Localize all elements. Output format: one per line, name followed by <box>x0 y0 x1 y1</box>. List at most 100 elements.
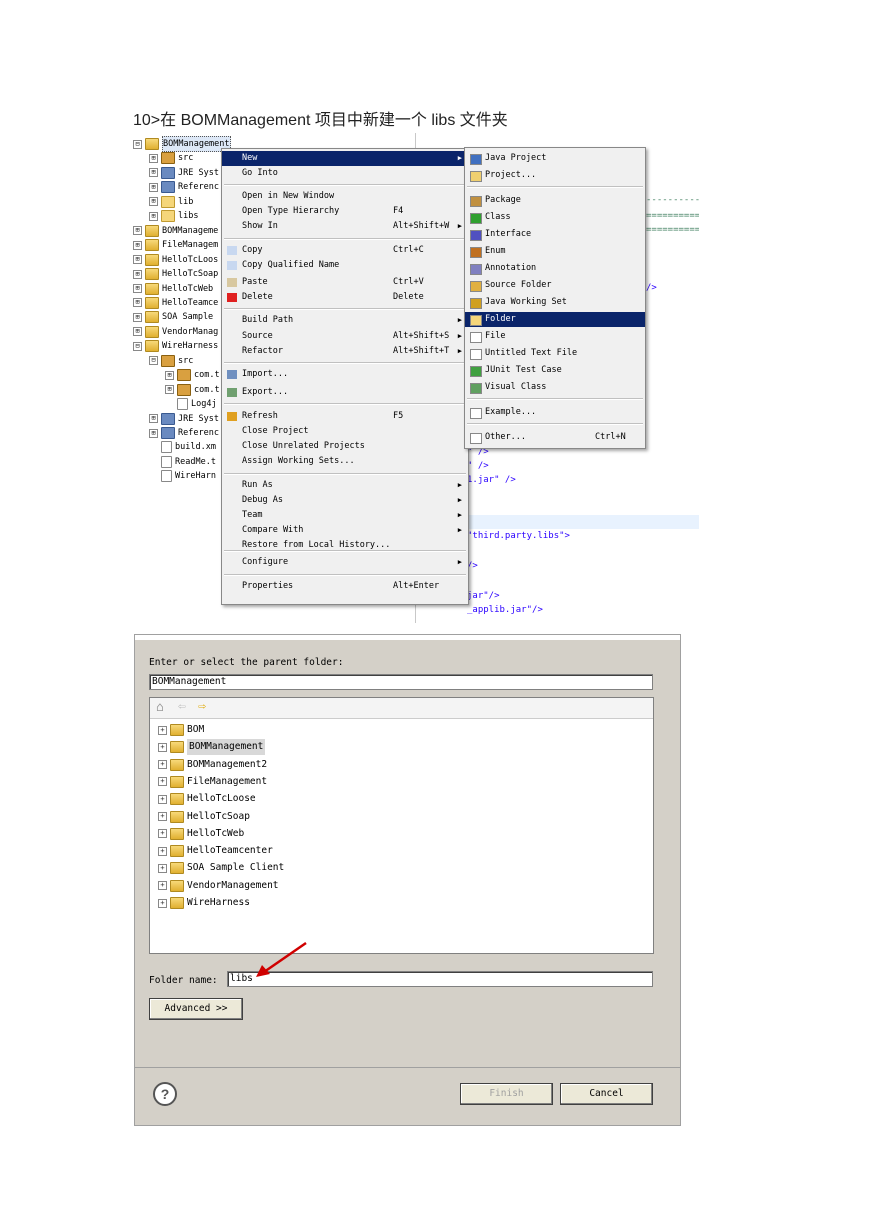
explorer-tree-item[interactable]: ⊞ com.t <box>165 368 220 382</box>
new-submenu-item[interactable]: JUnit Test Case <box>465 363 645 378</box>
expand-toggle-icon[interactable]: + <box>158 846 167 856</box>
explorer-tree-item[interactable]: ⊞ HelloTeamce <box>133 296 218 310</box>
parent-folder-input[interactable]: BOMManagement <box>149 674 653 690</box>
project-tree-item[interactable]: + WireHarness <box>158 895 250 911</box>
explorer-tree-item[interactable]: ⊞ SOA Sample <box>133 310 213 324</box>
expand-toggle-icon[interactable]: ⊞ <box>133 240 142 250</box>
explorer-tree-item[interactable]: ⊟ WireHarness <box>133 339 218 353</box>
explorer-tree-item[interactable]: ⊞ FileManagem <box>133 238 218 252</box>
explorer-tree-item[interactable]: ReadMe.t <box>149 455 216 469</box>
explorer-tree-item[interactable]: ⊞ lib <box>149 195 193 209</box>
project-tree-item[interactable]: + HelloTcSoap <box>158 809 250 825</box>
explorer-tree-item[interactable]: ⊞ HelloTcSoap <box>133 267 218 281</box>
expand-toggle-icon[interactable]: ⊞ <box>133 226 142 236</box>
context-menu-item[interactable]: Team ▶ <box>222 508 468 523</box>
expand-toggle-icon[interactable]: + <box>158 898 167 908</box>
context-menu-item[interactable]: Open in New Window <box>222 189 468 204</box>
explorer-tree-item[interactable]: ⊟ src <box>149 354 193 368</box>
project-tree-item[interactable]: + SOA Sample Client <box>158 860 284 876</box>
explorer-tree-item[interactable]: ⊟ BOMManagement <box>133 136 231 152</box>
new-submenu-item[interactable]: Other... Ctrl+N <box>465 430 645 445</box>
expand-toggle-icon[interactable]: + <box>158 760 167 770</box>
new-submenu-item[interactable]: Folder <box>465 312 645 327</box>
explorer-tree-item[interactable]: ⊞ com.t <box>165 383 220 397</box>
context-menu-item[interactable]: Compare With ▶ <box>222 523 468 538</box>
context-menu-item[interactable]: Open Type Hierarchy F4 <box>222 204 468 219</box>
back-arrow-icon[interactable]: ⇦ <box>178 699 186 714</box>
context-menu-item[interactable]: Show In Alt+Shift+W ▶ <box>222 219 468 234</box>
expand-toggle-icon[interactable]: ⊞ <box>149 168 158 178</box>
project-tree-item[interactable]: + BOMManagement2 <box>158 757 267 773</box>
expand-toggle-icon[interactable]: + <box>158 863 167 873</box>
new-submenu-item[interactable]: Interface <box>465 227 645 242</box>
expand-toggle-icon[interactable]: ⊞ <box>133 255 142 265</box>
explorer-tree-item[interactable]: ⊞ VendorManag <box>133 325 218 339</box>
explorer-tree-item[interactable]: ⊞ JRE Syst <box>149 412 219 426</box>
parent-folder-tree[interactable]: ⌂ ⇦ ⇨ + BOM + BOMManagement + BOMManagement2 +… <box>149 697 654 954</box>
advanced-button[interactable]: Advanced >> <box>149 998 243 1020</box>
project-tree-item[interactable]: + FileManagement <box>158 774 267 790</box>
new-submenu-item[interactable]: Java Project <box>465 151 645 166</box>
context-menu-item[interactable]: Build Path ▶ <box>222 313 468 328</box>
explorer-tree-item[interactable]: WireHarn <box>149 469 216 483</box>
project-tree-item[interactable]: + BOMManagement <box>158 739 266 756</box>
explorer-tree-item[interactable]: ⊞ JRE Syst <box>149 166 219 180</box>
new-submenu-item[interactable]: Project... <box>465 168 645 183</box>
expand-toggle-icon[interactable]: + <box>158 725 167 735</box>
explorer-tree-item[interactable]: Log4j <box>165 397 217 411</box>
project-tree-item[interactable]: + VendorManagement <box>158 878 279 894</box>
new-submenu-item[interactable]: Class <box>465 210 645 225</box>
context-menu-item[interactable]: New ▶ <box>222 151 468 166</box>
new-submenu-item[interactable]: Visual Class <box>465 380 645 395</box>
project-tree-item[interactable]: + HelloTeamcenter <box>158 843 273 859</box>
explorer-tree-item[interactable]: build.xm <box>149 440 216 454</box>
context-menu-item[interactable]: Export... <box>222 385 468 400</box>
expand-toggle-icon[interactable]: ⊞ <box>149 428 158 438</box>
context-menu-item[interactable]: Configure ▶ <box>222 555 468 570</box>
expand-toggle-icon[interactable]: ⊞ <box>149 414 158 424</box>
context-menu-item[interactable]: Assign Working Sets... <box>222 454 468 469</box>
context-menu-item[interactable]: Refactor Alt+Shift+T ▶ <box>222 344 468 359</box>
expand-toggle-icon[interactable]: ⊞ <box>133 298 142 308</box>
expand-toggle-icon[interactable]: + <box>158 881 167 891</box>
explorer-tree-item[interactable]: ⊞ Referenc <box>149 180 219 194</box>
explorer-tree-item[interactable]: ⊞ Referenc <box>149 426 219 440</box>
context-menu-item[interactable]: Import... <box>222 367 468 382</box>
explorer-tree-item[interactable]: ⊞ HelloTcWeb <box>133 282 213 296</box>
expand-toggle-icon[interactable]: ⊞ <box>149 182 158 192</box>
expand-toggle-icon[interactable]: ⊞ <box>133 327 142 337</box>
context-menu-item[interactable]: Close Project <box>222 424 468 439</box>
context-menu-item[interactable]: Properties Alt+Enter <box>222 579 468 594</box>
expand-toggle-icon[interactable]: + <box>158 794 167 804</box>
expand-toggle-icon[interactable]: + <box>158 742 167 752</box>
expand-toggle-icon[interactable]: ⊞ <box>133 269 142 279</box>
expand-toggle-icon[interactable]: ⊟ <box>149 356 158 366</box>
home-icon[interactable]: ⌂ <box>156 700 164 715</box>
expand-toggle-icon[interactable]: + <box>158 812 167 821</box>
expand-toggle-icon[interactable]: ⊟ <box>133 139 142 149</box>
project-tree-item[interactable]: + HelloTcLoose <box>158 791 256 807</box>
cancel-button[interactable]: Cancel <box>560 1083 653 1105</box>
context-menu-item[interactable]: Debug As ▶ <box>222 493 468 508</box>
expand-toggle-icon[interactable]: ⊞ <box>133 284 142 293</box>
new-submenu-item[interactable]: Enum <box>465 244 645 259</box>
context-menu-item[interactable]: Restore from Local History... <box>222 538 468 553</box>
project-tree-item[interactable]: + BOM <box>158 722 204 738</box>
new-submenu-item[interactable]: Untitled Text File <box>465 346 645 361</box>
project-tree-item[interactable]: + HelloTcWeb <box>158 826 244 842</box>
context-menu-item[interactable]: Copy Qualified Name <box>222 258 468 273</box>
explorer-tree-item[interactable]: ⊞ HelloTcLoos <box>133 253 218 267</box>
expand-toggle-icon[interactable]: ⊟ <box>133 341 142 351</box>
expand-toggle-icon[interactable]: + <box>158 829 167 839</box>
expand-toggle-icon[interactable]: ⊞ <box>165 385 174 395</box>
context-menu-item[interactable]: Run As ▶ <box>222 478 468 493</box>
new-submenu-item[interactable]: Source Folder <box>465 278 645 293</box>
expand-toggle-icon[interactable]: + <box>158 777 167 787</box>
expand-toggle-icon[interactable]: ⊞ <box>165 370 174 380</box>
expand-toggle-icon[interactable]: ⊞ <box>149 211 158 221</box>
help-icon[interactable]: ? <box>153 1082 177 1106</box>
new-submenu-item[interactable]: Package <box>465 193 645 208</box>
new-submenu-item[interactable]: Example... <box>465 405 645 420</box>
explorer-tree-item[interactable]: ⊞ BOMManageme <box>133 224 218 238</box>
context-menu-item[interactable]: Close Unrelated Projects <box>222 439 468 454</box>
